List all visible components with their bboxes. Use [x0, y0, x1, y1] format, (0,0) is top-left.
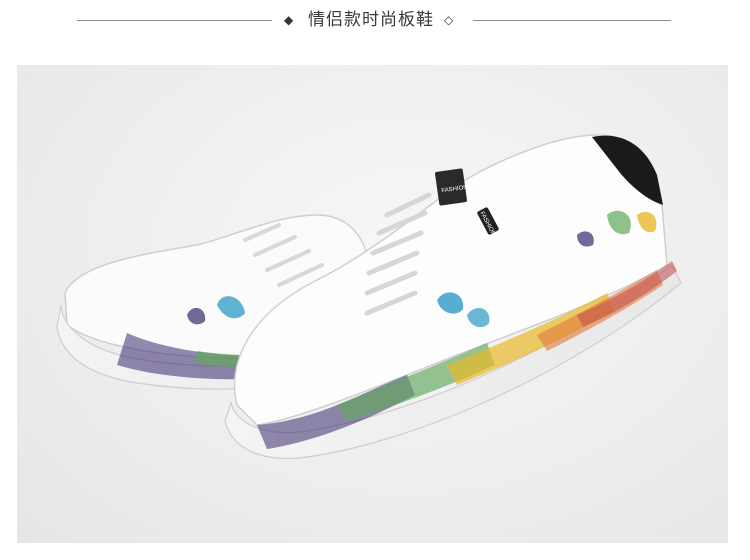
- product-photo: FASHION FASHION: [17, 65, 728, 543]
- diamond-filled-icon: ◆: [284, 13, 294, 27]
- header-right-rule: [473, 20, 671, 21]
- sneaker-illustration: FASHION FASHION: [56, 134, 682, 459]
- section-header: ◆ 情侣款时尚板鞋 ◇: [0, 0, 750, 48]
- diamond-outline-icon: ◇: [444, 13, 454, 27]
- front-sneaker: FASHION FASHION: [224, 134, 682, 459]
- section-title: 情侣款时尚板鞋: [308, 10, 434, 30]
- header-left-rule: [77, 20, 272, 21]
